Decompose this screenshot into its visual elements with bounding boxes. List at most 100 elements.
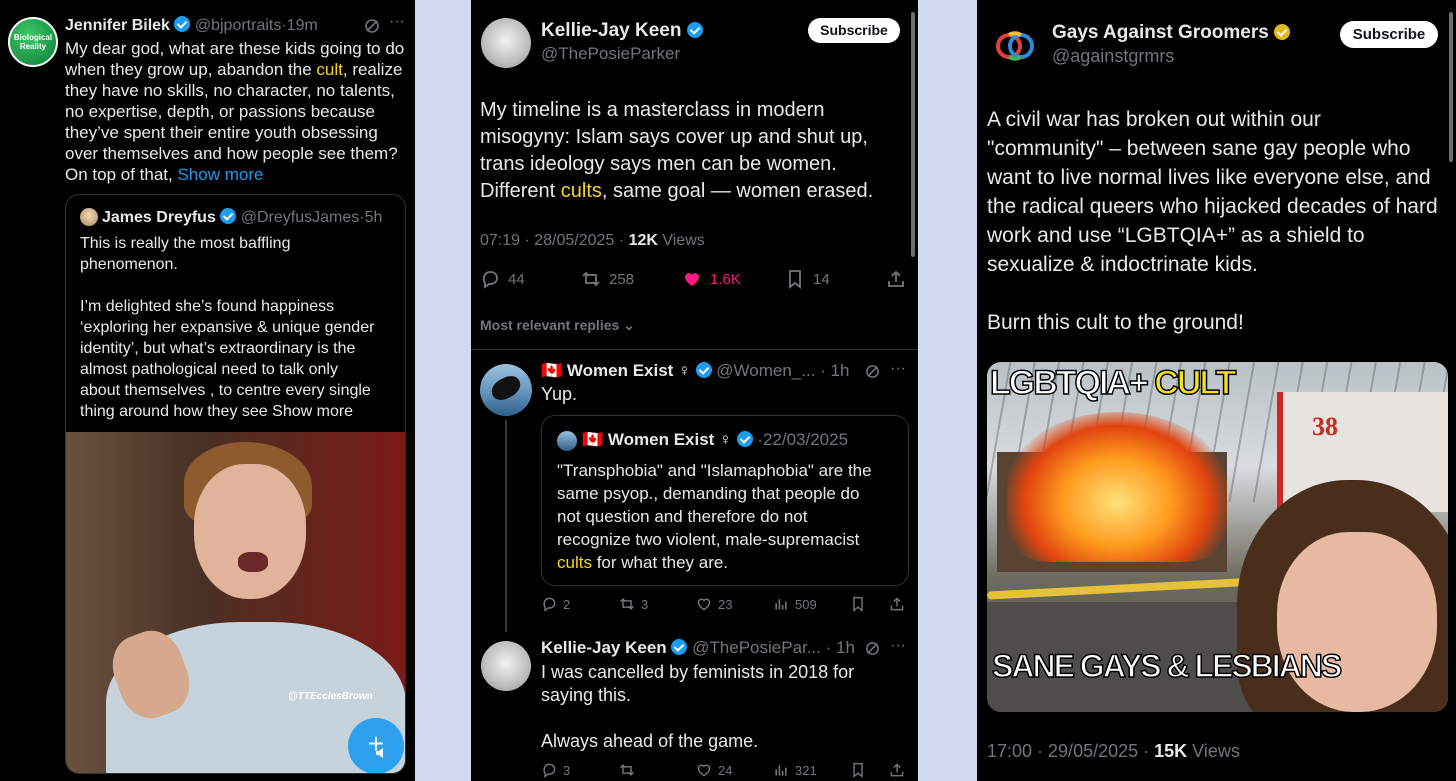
author-name[interactable]: Gays Against Groomers [1052,22,1269,43]
reply-button[interactable]: 2 [541,596,570,612]
quote-text: This is really the most baffling phenome… [80,235,375,420]
tweet-time[interactable]: 1h [831,361,850,380]
subscribe-button[interactable]: Subscribe [1340,21,1438,48]
bookmark-button[interactable]: 14 [785,269,830,289]
fire-hose [987,576,1278,600]
avatar[interactable] [481,18,531,68]
tweet-panel-gays-against-groomers: Gays Against Groomers @againstgrmrs Subs… [977,0,1456,781]
like-button[interactable]: 1.6K [682,269,741,289]
more-icon[interactable]: ··· [389,13,405,31]
highlighted-word: cult [316,60,343,79]
quoted-tweet[interactable]: James Dreyfus @DreyfusJames·5h This is r… [65,194,406,774]
verified-badge-icon [686,22,703,38]
tweet-text: My timeline is a masterclass in modern m… [480,99,874,202]
share-icon [890,763,904,777]
bookmark-button[interactable] [850,762,866,778]
scrollbar[interactable] [911,12,915,257]
meme-image[interactable]: 38 LGBTQIA+ CULT SANE GAYS & LESBIANS [987,362,1448,712]
author-name[interactable]: Women Exist ♀ [567,361,691,380]
reply-icon [543,597,556,612]
views-button[interactable]: 509 [773,596,817,612]
author-handle[interactable]: @againstgrmrs [1052,46,1174,67]
author-name: Women Exist ♀ [607,430,732,449]
repost-button[interactable] [619,762,635,778]
repost-button[interactable]: 3 [619,596,648,612]
show-more-link[interactable]: Show more [272,403,353,420]
tweet-header: Gays Against Groomers [1052,22,1291,44]
repost-icon [620,598,634,610]
verified-badge-icon [695,362,712,378]
like-icon [697,598,711,611]
reply-text: I was cancelled by feminists in 2018 for… [541,662,855,751]
tweet-timestamp[interactable]: 17:00 · 29/05/2025 · 15K Views [987,741,1240,762]
author-handle[interactable]: @ThePosieParker [541,44,680,64]
grok-icon[interactable] [865,641,880,656]
avatar[interactable]: Biological Reality [8,17,58,67]
tweet-time[interactable]: 19m [287,17,318,34]
chevron-down-icon: ⌄ [623,317,635,333]
person-face [194,464,306,599]
avatar [80,208,98,226]
subscribe-button[interactable]: Subscribe [808,18,900,43]
tweet-panel-jennifer-bilek: Biological Reality Jennifer Bilek @bjpor… [0,0,415,781]
share-icon [890,597,904,611]
share-icon [888,270,904,287]
bookmark-icon [789,270,801,289]
replies-filter-dropdown[interactable]: Most relevant replies ⌄ [480,317,635,334]
repost-button[interactable]: 258 [581,269,634,289]
share-button[interactable] [886,269,906,289]
verified-badge-icon [736,431,753,447]
reply-button[interactable]: 3 [541,762,570,778]
repost-icon [582,271,600,287]
reply-button[interactable]: 44 [480,269,525,289]
person-mouth [238,552,268,572]
share-button[interactable] [889,596,905,612]
highlighted-word: cults [557,553,592,572]
share-button[interactable] [889,762,905,778]
reply-text: Yup. [541,384,578,404]
video-player[interactable]: @TTEcclesBrown + [66,432,405,773]
girl-face [1277,532,1437,712]
author-handle[interactable]: @bjportraits [195,17,282,34]
show-more-link[interactable]: Show more [177,165,263,184]
more-icon[interactable]: ··· [890,637,906,655]
scrollbar[interactable] [1449,12,1453,162]
tweet-text: My dear god, what are these kids going t… [65,39,405,184]
like-button[interactable]: 24 [696,762,732,778]
quoted-tweet[interactable]: 🇨🇦 Women Exist ♀ ·22/03/2025 "Transphobi… [541,415,909,586]
like-button[interactable]: 23 [696,596,732,612]
divider [471,349,918,350]
author-name[interactable]: Kellie-Jay Keen [541,638,667,657]
more-icon[interactable]: ··· [890,360,906,378]
tweet-timestamp[interactable]: 07:19 · 28/05/2025 · 12K Views [480,232,705,250]
bookmark-button[interactable] [850,596,866,612]
author-handle[interactable]: @Women_... [716,361,815,380]
author-name[interactable]: Jennifer Bilek [65,17,170,34]
author-name: James Dreyfus [102,209,216,226]
avatar[interactable] [988,19,1042,73]
author-handle[interactable]: @ThePosiePar... [692,638,821,657]
verified-badge-icon [174,16,191,32]
avatar[interactable] [481,641,531,691]
grok-icon[interactable] [364,18,380,34]
like-icon [697,764,711,777]
quote-text: "Transphobia" and "Islamaphobia" are the… [557,461,872,572]
verified-badge-icon [1274,24,1291,40]
bookmark-icon [853,762,863,778]
reply-icon [543,763,556,778]
like-icon [685,273,699,286]
reply-header: Kellie-Jay Keen @ThePosiePar... · 1h [541,638,855,657]
views-icon [775,599,787,610]
views-count: 15K [1154,741,1188,761]
views-button[interactable]: 321 [773,762,817,778]
tweet-time[interactable]: 1h [836,638,855,657]
mute-icon[interactable] [374,746,388,760]
tweet-header: Jennifer Bilek @bjportraits·19m [65,16,318,34]
reply-header: 🇨🇦 Women Exist ♀ @Women_... · 1h [541,361,850,380]
tweet-panel-kellie-jay-keen: Kellie-Jay Keen @ThePosieParker Subscrib… [471,0,918,781]
quote-header: 🇨🇦 Women Exist ♀ ·22/03/2025 [582,430,849,449]
fire [1007,412,1227,562]
author-name[interactable]: Kellie-Jay Keen [541,20,681,41]
video-watermark: @TTEcclesBrown [288,691,373,702]
grok-icon[interactable] [865,364,880,379]
